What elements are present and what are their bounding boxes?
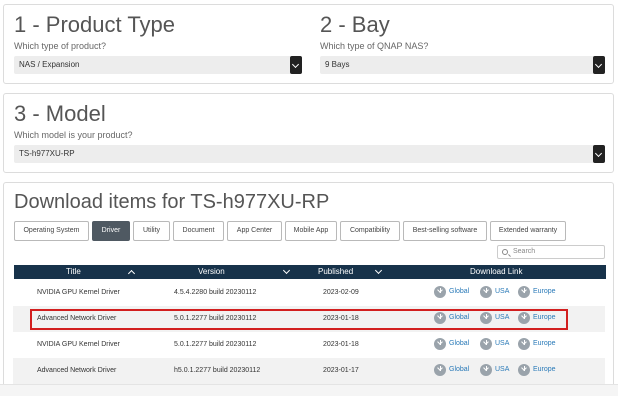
chevron-down-icon[interactable] [593, 56, 605, 74]
sort-down-icon[interactable] [282, 266, 291, 275]
product-selection-panel: 1 - Product Type Which type of product? … [3, 4, 614, 84]
table-header: Title Version Published Download Link [14, 265, 606, 279]
sort-down-icon[interactable] [374, 266, 383, 275]
search-input[interactable]: Search [497, 245, 605, 259]
model-section: 3 - Model Which model is your product? T… [14, 102, 605, 163]
highlight-box [30, 309, 568, 330]
search-icon [502, 249, 508, 255]
model-value: TS-h977XU-RP [19, 149, 75, 158]
column-published[interactable]: Published [318, 265, 353, 279]
download-icon [480, 286, 492, 298]
product-type-question: Which type of product? [14, 41, 107, 51]
product-type-section: 1 - Product Type Which type of product? … [14, 13, 302, 74]
model-selection-panel: 3 - Model Which model is your product? T… [3, 93, 614, 173]
row-title: NVIDIA GPU Kernel Driver [37, 341, 120, 348]
download-icon [480, 338, 492, 350]
download-icon [518, 286, 530, 298]
table-row: Advanced Network Driver h5.0.1.2277 buil… [13, 358, 605, 384]
row-version: h5.0.1.2277 build 20230112 [174, 367, 261, 374]
row-published: 2023-01-18 [323, 341, 359, 348]
download-icon [434, 286, 446, 298]
tab-extended-warranty[interactable]: Extended warranty [490, 221, 566, 241]
product-type-title: 1 - Product Type [14, 12, 176, 37]
model-title: 3 - Model [14, 101, 106, 126]
bay-select[interactable]: 9 Bays [320, 56, 605, 74]
product-type-select[interactable]: NAS / Expansion [14, 56, 302, 74]
model-select[interactable]: TS-h977XU-RP [14, 145, 605, 163]
chevron-down-icon[interactable] [593, 145, 605, 163]
chevron-down-icon[interactable] [290, 56, 302, 74]
table-row: NVIDIA GPU Kernel Driver 4.5.4.2280 buil… [13, 280, 605, 306]
download-icon [434, 338, 446, 350]
tab-app-center[interactable]: App Center [227, 221, 282, 241]
bay-section: 2 - Bay Which type of QNAP NAS? 9 Bays [320, 13, 605, 74]
row-published: 2023-01-17 [323, 367, 359, 374]
sort-up-icon[interactable] [127, 269, 136, 278]
column-version[interactable]: Version [198, 265, 225, 279]
row-version: 5.0.1.2277 build 20230112 [174, 341, 257, 348]
table-row: NVIDIA GPU Kernel Driver 5.0.1.2277 buil… [13, 332, 605, 358]
download-icon [518, 338, 530, 350]
download-icon [518, 364, 530, 376]
product-type-value: NAS / Expansion [19, 60, 80, 69]
tab-compatibility[interactable]: Compatibility [340, 221, 400, 241]
model-question: Which model is your product? [14, 130, 133, 140]
column-title[interactable]: Title [66, 265, 81, 279]
tab-document[interactable]: Document [173, 221, 224, 241]
tab-operating-system[interactable]: Operating System [14, 221, 89, 241]
row-title: Advanced Network Driver [37, 367, 117, 374]
column-download-link: Download Link [470, 267, 523, 276]
download-title: Download items for TS-h977XU-RP [14, 191, 330, 213]
download-icon [480, 364, 492, 376]
tab-utility[interactable]: Utility [133, 221, 170, 241]
bay-question: Which type of QNAP NAS? [320, 41, 429, 51]
tab-mobile-app[interactable]: Mobile App [285, 221, 337, 241]
row-title: NVIDIA GPU Kernel Driver [37, 289, 120, 296]
search-placeholder: Search [513, 248, 536, 255]
download-icon [434, 364, 446, 376]
tab-driver[interactable]: Driver [92, 221, 130, 241]
bay-title: 2 - Bay [320, 12, 390, 37]
tab-best-selling-software[interactable]: Best-selling software [403, 221, 487, 241]
bay-value: 9 Bays [325, 60, 350, 69]
row-published: 2023-02-09 [323, 289, 359, 296]
row-version: 4.5.4.2280 build 20230112 [174, 289, 257, 296]
horizontal-scrollbar[interactable] [0, 384, 618, 396]
